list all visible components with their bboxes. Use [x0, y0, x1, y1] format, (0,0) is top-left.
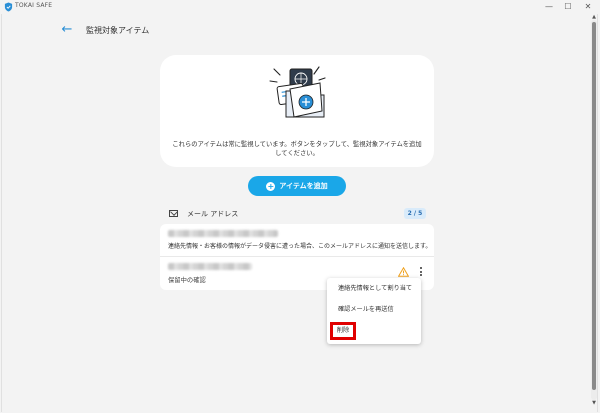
more-options-icon[interactable]: [418, 266, 424, 278]
title-bar: TOKAI SAFE — ☐ ✕: [0, 0, 600, 14]
app-title: TOKAI SAFE: [15, 2, 53, 9]
add-item-label: アイテムを追加: [279, 182, 328, 190]
shield-logo-icon: [4, 2, 13, 12]
count-badge: 2 / 5: [404, 208, 426, 219]
close-button[interactable]: ✕: [581, 1, 595, 13]
item-description: 連絡先情報・お客様の情報がデータ侵害に遭った場合、このメールアドレスに通知を送信…: [168, 243, 432, 250]
redacted-email: [168, 263, 252, 270]
list-item[interactable]: 連絡先情報・お客様の情報がデータ侵害に遭った場合、このメールアドレスに通知を送信…: [160, 224, 434, 257]
back-arrow-icon[interactable]: ←: [60, 23, 74, 37]
intro-card: これらのアイテムは常に監視しています。ボタンをタップして、監視対象アイテムを追加…: [160, 55, 434, 167]
menu-item-delete[interactable]: 削除: [327, 322, 421, 340]
warning-icon: [398, 267, 409, 277]
section-label: メール アドレス: [187, 210, 239, 218]
add-item-button[interactable]: + アイテムを追加: [248, 176, 346, 196]
item-status: 保留中の確認: [168, 277, 206, 284]
intro-description: これらのアイテムは常に監視しています。ボタンをタップして、監視対象アイテムを追加…: [172, 141, 422, 157]
redacted-email: [168, 230, 278, 237]
minimize-button[interactable]: —: [542, 1, 556, 13]
monitoring-illustration-icon: [269, 66, 326, 118]
scrollbar-thumb[interactable]: [592, 22, 596, 390]
scroll-down-arrow-icon[interactable]: ▼: [591, 400, 597, 406]
context-menu: 連絡先情報として割り当て 確認メールを再送信 削除: [327, 278, 421, 344]
mail-icon: [169, 210, 178, 217]
menu-item-resend-confirmation[interactable]: 確認メールを再送信: [327, 303, 421, 317]
email-section-header: メール アドレス 2 / 5: [160, 207, 434, 221]
delete-label[interactable]: 削除: [330, 322, 356, 340]
menu-item-assign-contact[interactable]: 連絡先情報として割り当て: [327, 282, 421, 296]
page-title: 監視対象アイテム: [86, 26, 150, 35]
plus-circle-icon: +: [266, 182, 276, 191]
maximize-button[interactable]: ☐: [561, 1, 575, 13]
